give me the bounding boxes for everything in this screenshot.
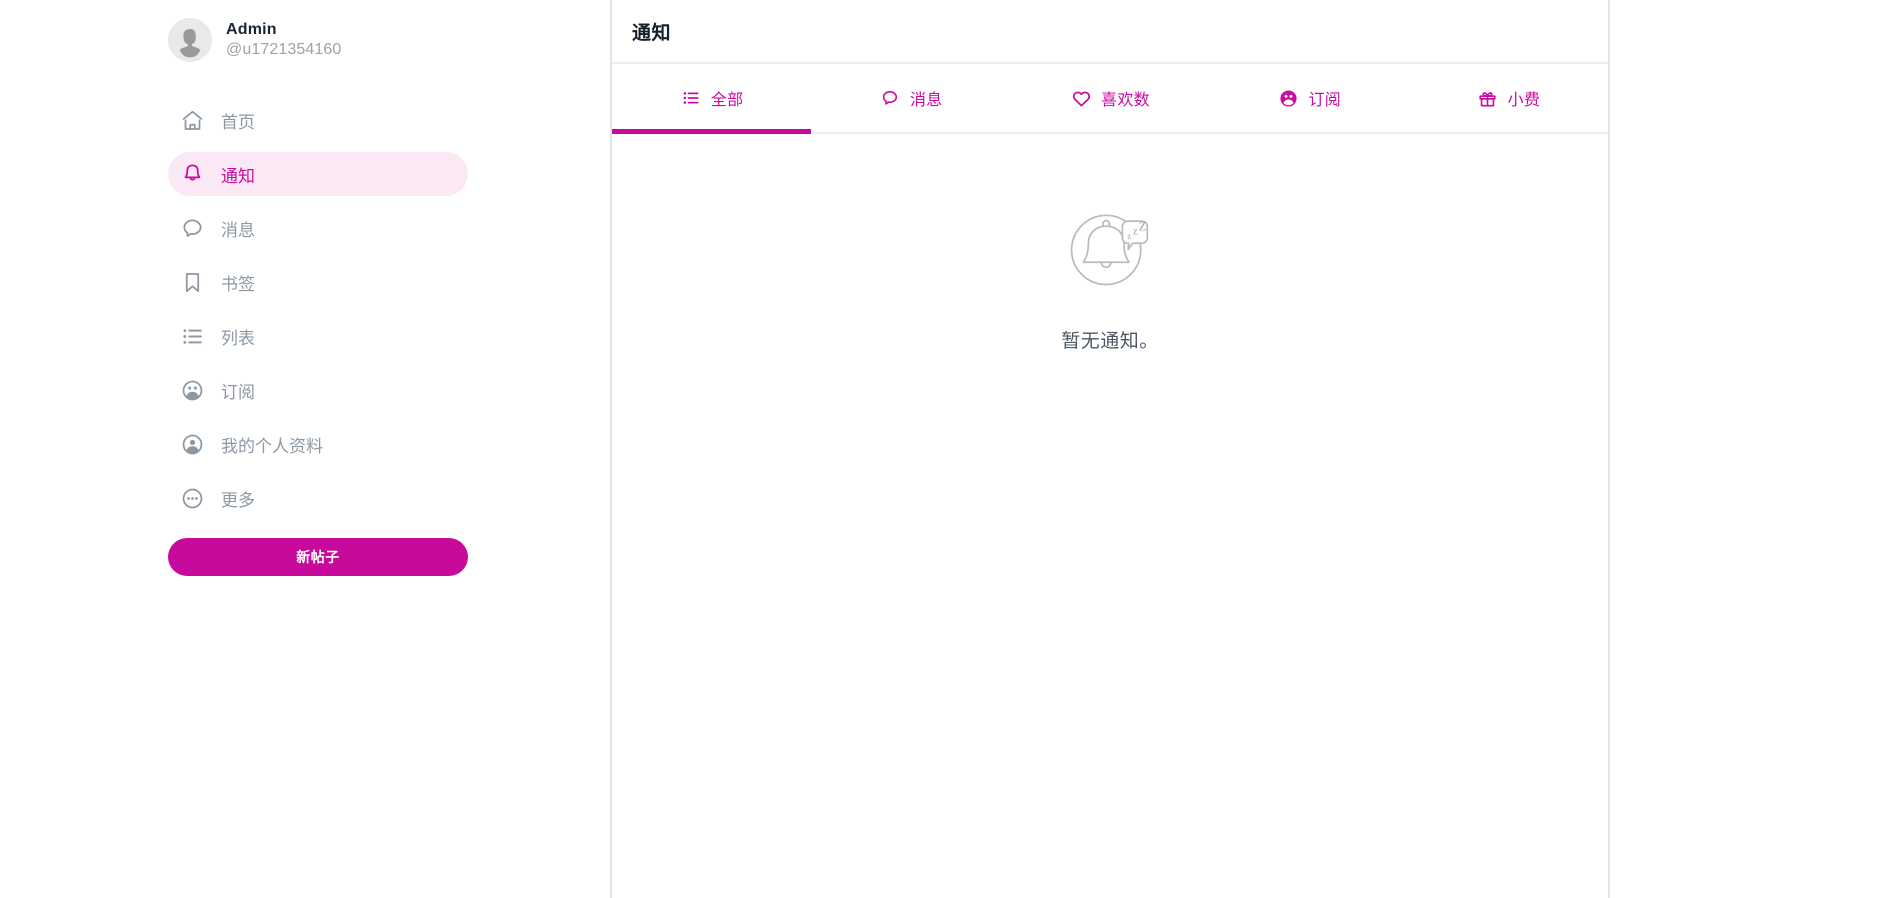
sidebar-nav: 首页 通知 消息 书签 列表 订阅 我的个人资料 更多 — [168, 98, 468, 530]
empty-state-text: 暂无通知。 — [1061, 331, 1159, 352]
tab-all[interactable]: 全部 — [612, 64, 812, 134]
home-icon — [179, 107, 205, 133]
sidebar-item-label: 列表 — [221, 328, 255, 348]
chat-bubble-icon — [179, 215, 205, 241]
sidebar-item-notifications[interactable]: 通知 — [168, 152, 468, 196]
sidebar-item-more[interactable]: 更多 — [168, 476, 468, 520]
tab-subscriptions[interactable]: 订阅 — [1210, 64, 1409, 132]
tab-label: 全部 — [710, 92, 744, 109]
sidebar-item-label: 我的个人资料 — [221, 436, 323, 456]
tab-label: 小费 — [1507, 92, 1541, 109]
gift-icon — [1477, 87, 1499, 109]
sleeping-bell-icon: z z Z — [1062, 200, 1158, 296]
app-root: Admin @u1721354160 首页 通知 消息 书签 列表 订阅 我的个… — [0, 0, 1882, 898]
more-dots-icon — [179, 485, 205, 511]
profile-circle-icon — [179, 431, 205, 457]
sidebar-item-messages[interactable]: 消息 — [168, 206, 468, 250]
sidebar-item-label: 通知 — [221, 166, 255, 186]
empty-state: z z Z 暂无通知。 — [612, 134, 1608, 898]
tab-label: 喜欢数 — [1101, 92, 1150, 109]
tab-label: 订阅 — [1308, 92, 1342, 109]
sidebar: Admin @u1721354160 首页 通知 消息 书签 列表 订阅 我的个… — [0, 0, 612, 898]
main-column: 通知 全部 消息 喜欢数 订阅 小费 z z Z 暂无通知。 — [612, 0, 1610, 898]
svg-text:z: z — [1133, 227, 1138, 238]
sidebar-item-bookmarks[interactable]: 书签 — [168, 260, 468, 304]
list-icon — [680, 87, 702, 109]
tab-likes[interactable]: 喜欢数 — [1010, 64, 1209, 132]
profile-text: Admin @u1721354160 — [226, 20, 341, 60]
profile-handle: @u1721354160 — [226, 41, 342, 58]
page-title: 通知 — [632, 22, 672, 44]
notification-tabs: 全部 消息 喜欢数 订阅 小费 — [612, 64, 1608, 134]
right-rail — [1610, 0, 1882, 898]
subscribers-icon — [1277, 87, 1299, 109]
sidebar-item-label: 订阅 — [221, 382, 255, 402]
heart-icon — [1070, 87, 1092, 109]
profile-block[interactable]: Admin @u1721354160 — [168, 2, 468, 78]
chat-bubble-icon — [879, 87, 901, 109]
sidebar-item-subscriptions[interactable]: 订阅 — [168, 368, 468, 412]
tab-tips[interactable]: 小费 — [1409, 64, 1608, 132]
bell-icon — [179, 161, 205, 187]
avatar — [168, 18, 212, 62]
sidebar-item-my-profile[interactable]: 我的个人资料 — [168, 422, 468, 466]
sidebar-item-label: 首页 — [221, 112, 255, 132]
profile-name: Admin — [226, 21, 277, 38]
svg-text:Z: Z — [1139, 220, 1147, 234]
svg-text:z: z — [1127, 230, 1131, 240]
list-icon — [179, 323, 205, 349]
sidebar-item-label: 更多 — [221, 490, 255, 510]
sidebar-item-label: 书签 — [221, 274, 255, 294]
main-header: 通知 — [612, 0, 1608, 64]
tab-label: 消息 — [910, 92, 943, 109]
sidebar-inner: Admin @u1721354160 首页 通知 消息 书签 列表 订阅 我的个… — [168, 0, 468, 576]
sidebar-item-label: 消息 — [221, 220, 255, 240]
new-post-button[interactable]: 新帖子 — [168, 538, 468, 576]
sidebar-item-lists[interactable]: 列表 — [168, 314, 468, 358]
bookmark-icon — [179, 269, 205, 295]
sidebar-item-home[interactable]: 首页 — [168, 98, 468, 142]
tab-messages[interactable]: 消息 — [811, 64, 1010, 132]
subscribers-icon — [179, 377, 205, 403]
